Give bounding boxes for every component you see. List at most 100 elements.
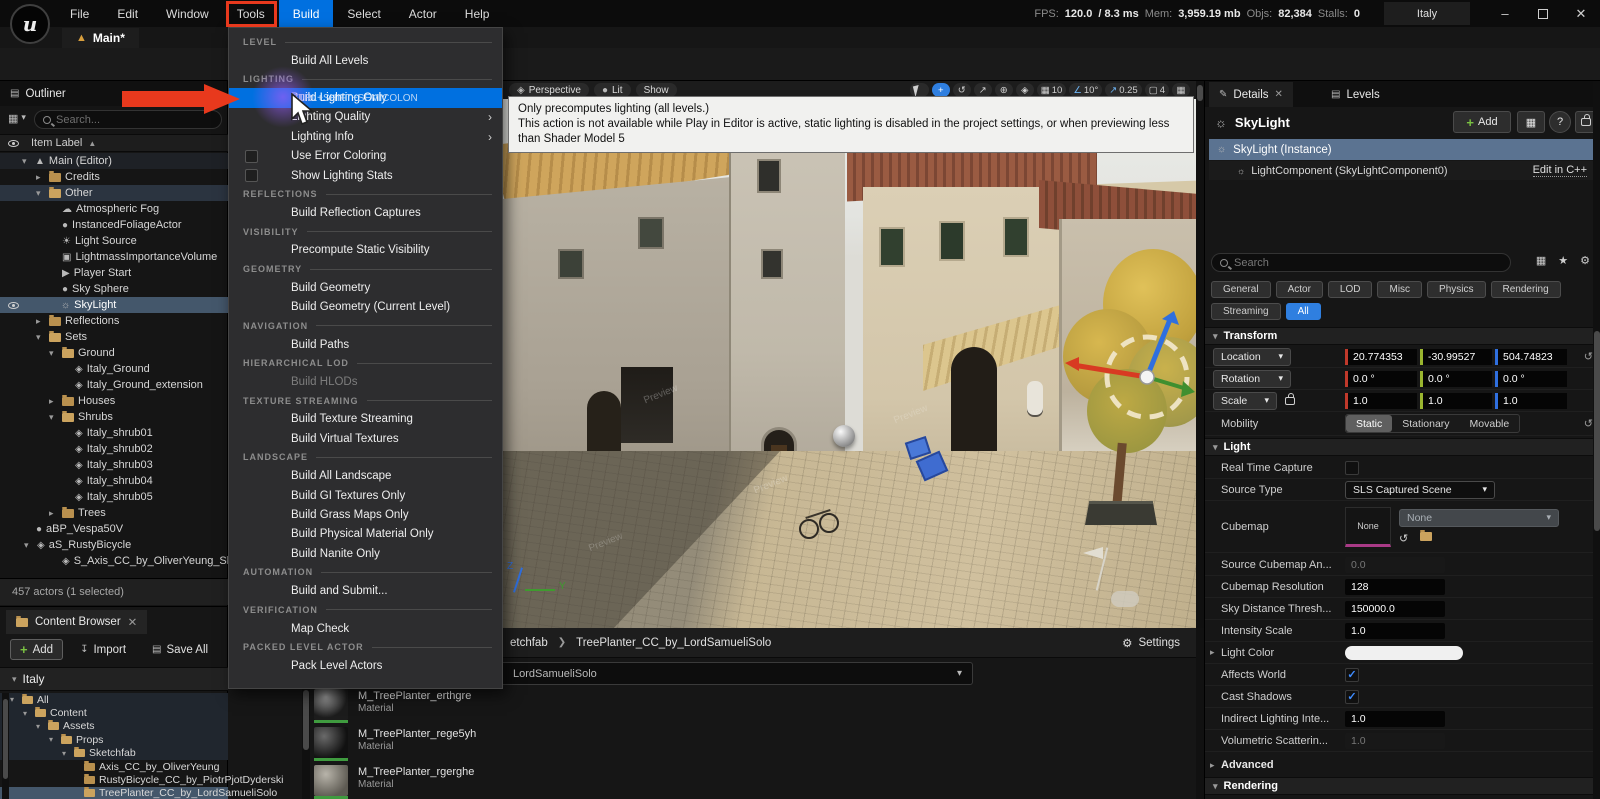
menu-file[interactable]: File — [56, 0, 103, 27]
menu-item-map-check[interactable]: Map Check — [229, 619, 502, 638]
blueprint-button[interactable]: ▦ — [1517, 111, 1545, 133]
checkbox-icon[interactable] — [245, 150, 258, 163]
world-space-toggle[interactable]: ⊕ — [995, 83, 1013, 97]
outliner-row[interactable]: ▾Ground — [0, 345, 228, 361]
viewport[interactable]: ◈Perspective ●Lit Show + ↺ ↗ ⊕ ◈ ▦10 ∠10… — [503, 81, 1196, 628]
camera-speed[interactable]: ▢4 — [1145, 83, 1169, 97]
volumetric-scattering-input[interactable]: 1.0 — [1345, 733, 1445, 749]
outliner-row[interactable]: ◈S_Axis_CC_by_OliverYeung_Sl — [0, 553, 228, 569]
asset-row[interactable]: M_TreePlanter_erthgreMaterial — [314, 689, 1174, 725]
outliner-row[interactable]: ◈Italy_shrub01 — [0, 425, 228, 441]
mobility-stationary[interactable]: Stationary — [1392, 415, 1459, 432]
menu-item-build-grass-maps-only[interactable]: Build Grass Maps Only — [229, 505, 502, 524]
affects-world-checkbox[interactable]: ✓ — [1345, 668, 1359, 682]
lit-dropdown[interactable]: ●Lit — [594, 83, 631, 97]
section-rendering[interactable]: ▾Rendering — [1205, 777, 1600, 795]
close-tab-icon[interactable]: ✕ — [1275, 89, 1283, 100]
outliner-row[interactable]: ◈Italy_shrub04 — [0, 473, 228, 489]
menu-item-build-physical-material-only[interactable]: Build Physical Material Only — [229, 525, 502, 544]
component-row-selected[interactable]: ☼ SkyLight (Instance) — [1209, 139, 1597, 160]
advanced-row[interactable]: ▸ Advanced — [1205, 754, 1600, 776]
scene-tree-planter[interactable] — [1085, 501, 1157, 525]
location-dropdown[interactable]: Location▾ — [1213, 348, 1291, 366]
scale-y-input[interactable]: 1.0 — [1420, 393, 1492, 409]
outliner-row[interactable]: ●InstancedFoliageActor — [0, 217, 228, 233]
menu-window[interactable]: Window — [152, 0, 223, 27]
outliner-row[interactable]: ◈Italy_shrub03 — [0, 457, 228, 473]
perspective-dropdown[interactable]: ◈Perspective — [509, 83, 589, 97]
surface-snap-toggle[interactable]: ◈ — [1016, 83, 1034, 97]
filter-chip[interactable]: General — [1211, 281, 1271, 298]
mobility-movable[interactable]: Movable — [1460, 415, 1520, 432]
favorites-icon[interactable]: ★ — [1558, 254, 1568, 267]
menu-build[interactable]: Build — [279, 0, 334, 27]
section-transform[interactable]: ▾Transform — [1205, 327, 1600, 345]
scale-snap[interactable]: ↗0.25 — [1105, 83, 1141, 97]
cb-tree-scrollbar[interactable] — [2, 693, 9, 799]
outliner-row[interactable]: ▸Credits — [0, 169, 228, 185]
filter-chip[interactable]: Physics — [1427, 281, 1485, 298]
scene-sphere-actor[interactable] — [833, 425, 855, 447]
viewport-details-scrollbar[interactable] — [1196, 81, 1204, 628]
cb-settings-button[interactable]: ⚙ Settings — [1122, 636, 1180, 650]
display-filter-icon[interactable]: ▦ — [1536, 254, 1546, 267]
folder-row[interactable]: ▾Assets — [0, 720, 228, 733]
menu-item-use-error-coloring[interactable]: Use Error Coloring — [229, 147, 502, 166]
outliner-row[interactable]: ▾Shrubs — [0, 409, 228, 425]
menu-item-build-virtual-textures[interactable]: Build Virtual Textures — [229, 429, 502, 448]
component-row[interactable]: ☼ LightComponent (SkyLightComponent0) Ed… — [1209, 161, 1597, 180]
outliner-row[interactable]: ☁Atmospheric Fog — [0, 201, 228, 217]
add-button[interactable]: +Add — [10, 639, 63, 660]
outliner-row[interactable]: ◈Italy_shrub02 — [0, 441, 228, 457]
location-y-input[interactable]: -30.99527 — [1420, 349, 1492, 365]
select-tool[interactable] — [910, 83, 929, 97]
filter-chip[interactable]: Streaming — [1211, 303, 1281, 320]
cubemap-thumbnail[interactable]: None — [1345, 507, 1391, 547]
add-component-button[interactable]: +Add — [1453, 111, 1511, 133]
menu-item-build-reflection-captures[interactable]: Build Reflection Captures — [229, 203, 502, 222]
mobility-static[interactable]: Static — [1346, 415, 1392, 432]
scale-lock-icon[interactable] — [1285, 397, 1295, 405]
asset-row[interactable]: M_TreePlanter_rgergheMaterial — [314, 765, 1174, 799]
folder-row[interactable]: ▾All — [0, 693, 228, 706]
menu-select[interactable]: Select — [333, 0, 394, 27]
menu-item-build-nanite-only[interactable]: Build Nanite Only — [229, 544, 502, 563]
project-tab[interactable]: Italy — [1384, 2, 1470, 25]
show-dropdown[interactable]: Show — [636, 83, 677, 97]
menu-item-precompute-static-visibility[interactable]: Precompute Static Visibility — [229, 241, 502, 260]
grid-snap[interactable]: ▦10 — [1037, 83, 1067, 97]
outliner-row[interactable]: ☀Light Source — [0, 233, 228, 249]
rotation-z-input[interactable]: 0.0 ° — [1495, 371, 1567, 387]
content-browser-tab[interactable]: Content Browser ✕ — [6, 610, 147, 634]
level-tab-main[interactable]: ▲ Main* — [62, 28, 139, 48]
folder-row[interactable]: ▾Props — [0, 733, 228, 746]
folder-row[interactable]: ▾Content — [0, 706, 228, 719]
filter-chip[interactable]: Rendering — [1491, 281, 1561, 298]
indirect-lighting-input[interactable]: 1.0 — [1345, 711, 1445, 727]
save-all-button[interactable]: ▤Save All — [143, 639, 217, 660]
outliner-column-header[interactable]: Item Label ▲ — [0, 134, 228, 152]
scale-x-input[interactable]: 1.0 — [1345, 393, 1417, 409]
source-cubemap-angle-input[interactable]: 0.0 — [1345, 557, 1445, 573]
rotation-y-input[interactable]: 0.0 ° — [1420, 371, 1492, 387]
cubemap-dropdown[interactable]: None▾ — [1399, 509, 1559, 527]
outliner-row[interactable]: ▸Houses — [0, 393, 228, 409]
asset-row[interactable]: M_TreePlanter_rege5yhMaterial — [314, 727, 1174, 763]
light-color-swatch[interactable] — [1345, 646, 1463, 660]
outliner-row[interactable]: ◈Italy_Ground_extension — [0, 377, 228, 393]
scale-z-input[interactable]: 1.0 — [1495, 393, 1567, 409]
checkbox-icon[interactable] — [245, 169, 258, 182]
reset-icon[interactable]: ↺ — [1584, 350, 1593, 363]
restore-button[interactable] — [1524, 0, 1562, 27]
location-z-input[interactable]: 504.74823 — [1495, 349, 1567, 365]
settings-icon[interactable]: ⚙ — [1580, 254, 1590, 267]
close-button[interactable]: ✕ — [1562, 0, 1600, 27]
asset-list-scrollbar[interactable] — [302, 688, 310, 799]
menu-item-build-geometry[interactable]: Build Geometry — [229, 278, 502, 297]
help-button[interactable]: ? — [1549, 111, 1571, 133]
tab-levels[interactable]: ▤ Levels — [1321, 82, 1390, 107]
rotation-x-input[interactable]: 0.0 ° — [1345, 371, 1417, 387]
eye-icon[interactable] — [8, 302, 19, 309]
content-path-row[interactable]: ▾ Italy — [0, 667, 228, 691]
section-light[interactable]: ▾Light — [1205, 438, 1600, 456]
